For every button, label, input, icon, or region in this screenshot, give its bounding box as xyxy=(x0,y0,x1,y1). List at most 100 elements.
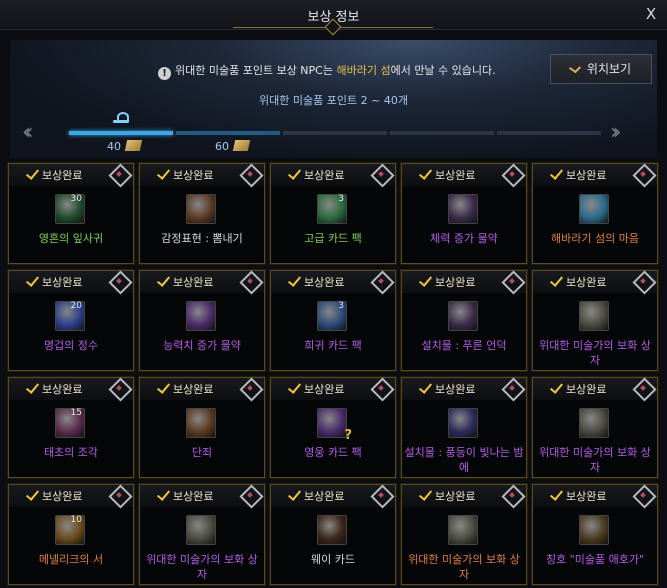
reward-status-label: 보상완료 xyxy=(42,383,83,396)
item-quantity: 10 xyxy=(70,515,82,525)
reward-status: 보상완료 xyxy=(402,378,526,400)
reward-cell[interactable]: 보상완료? 영웅 카드 팩 xyxy=(269,376,397,479)
reward-cell[interactable]: 보상완료 설치물 : 풍등이 빛나는 밤에 xyxy=(400,376,528,479)
checkmark-icon xyxy=(287,273,302,287)
reward-cell[interactable]: 보상완료 위대한 미술가의 보화 상자 xyxy=(400,483,528,586)
item-quantity: 3 xyxy=(338,301,344,311)
title-bar: 보상 정보 X xyxy=(0,0,667,30)
checkmark-icon xyxy=(156,273,171,287)
next-page-icon[interactable]: ›› xyxy=(610,120,621,145)
reward-item-icon[interactable]: 10 xyxy=(55,515,85,545)
reward-cell[interactable]: 보상완료 20 명겁의 정수 xyxy=(7,269,135,372)
reward-item-icon[interactable]: 15 xyxy=(55,408,85,438)
reward-item-icon[interactable]: 30 xyxy=(55,194,85,224)
reward-cell[interactable]: 보상완료 칭호 "미술품 애호가" xyxy=(531,483,659,586)
reward-status-label: 보상완료 xyxy=(304,383,345,396)
reward-status-label: 보상완료 xyxy=(173,169,214,182)
reward-cell[interactable]: 보상완료 위대한 미술가의 보화 상자 xyxy=(531,269,659,372)
reward-cell[interactable]: 보상완료 3 고급 카드 팩 xyxy=(269,162,397,265)
reward-status: 보상완료 xyxy=(271,164,395,186)
checkmark-icon xyxy=(156,487,171,501)
reward-item-icon[interactable] xyxy=(448,408,478,438)
reward-cell[interactable]: 보상완료 해바라기 섬의 마음 xyxy=(531,162,659,265)
rank-badge-icon xyxy=(633,487,653,505)
checkmark-icon xyxy=(25,380,40,394)
reward-status-label: 보상완료 xyxy=(304,276,345,289)
progress-segment-2 xyxy=(176,131,280,135)
location-button-label: 위치보기 xyxy=(586,62,632,76)
rank-badge-icon xyxy=(240,166,260,184)
reward-status-label: 보상완료 xyxy=(42,490,83,503)
reward-item-icon[interactable]: 3 xyxy=(317,194,347,224)
rank-badge-icon xyxy=(502,380,522,398)
reward-cell[interactable]: 보상완료 위대한 미술가의 보화 상자 xyxy=(138,483,266,586)
reward-cell[interactable]: 보상완료 설치물 : 푸른 언덕 xyxy=(400,269,528,372)
rank-badge-icon xyxy=(633,380,653,398)
reward-status: 보상완료 xyxy=(9,271,133,293)
reward-cell[interactable]: 보상완료능력치 증가 물약 xyxy=(138,269,266,372)
reward-item-icon[interactable] xyxy=(579,408,609,438)
reward-cell[interactable]: 보상완료 15 태초의 조각 xyxy=(7,376,135,479)
reward-status: 보상완료 xyxy=(140,378,264,400)
reward-cell[interactable]: 보상완료 30 영혼의 잎사귀 xyxy=(7,162,135,265)
reward-status-label: 보상완료 xyxy=(566,169,607,182)
reward-status: 보상완료 xyxy=(9,485,133,507)
reward-item-icon[interactable] xyxy=(317,515,347,545)
close-button[interactable]: X xyxy=(641,4,661,24)
reward-item-icon[interactable] xyxy=(579,194,609,224)
reward-item-icon[interactable]: 20 xyxy=(55,301,85,331)
reward-item-icon[interactable] xyxy=(579,301,609,331)
reward-cell[interactable]: 보상완료 위대한 미술가의 보화 상자 xyxy=(531,376,659,479)
reward-item-icon[interactable]: ? xyxy=(317,408,352,443)
location-button[interactable]: 위치보기 xyxy=(550,54,652,84)
progress-stop-40: 40 xyxy=(107,140,143,153)
reward-item-name: 능력치 증가 물약 xyxy=(163,339,241,352)
checkmark-icon xyxy=(287,487,302,501)
reward-item-icon[interactable]: 3 xyxy=(317,301,347,331)
reward-status: 보상완료 xyxy=(402,164,526,186)
checkmark-icon xyxy=(156,166,171,180)
checkmark-icon xyxy=(549,273,564,287)
info-icon: ! xyxy=(158,67,171,80)
reward-item-name: 위대한 미술가의 보화 상자 xyxy=(539,339,651,367)
reward-status: 보상완료 xyxy=(402,485,526,507)
reward-cell[interactable]: 보상완료 3 희귀 카드 팩 xyxy=(269,269,397,372)
reward-status-label: 보상완료 xyxy=(566,490,607,503)
reward-status-label: 보상완료 xyxy=(173,383,214,396)
reward-item-icon[interactable] xyxy=(186,515,216,545)
reward-cell[interactable]: 보상완료 10 메넬리크의 서 xyxy=(7,483,135,586)
reward-cell[interactable]: 보상완료 체력 증가 물약 xyxy=(400,162,528,265)
reward-item-icon[interactable] xyxy=(448,515,478,545)
item-quantity: 20 xyxy=(70,301,82,311)
reward-item-icon[interactable] xyxy=(579,515,609,545)
reward-status-label: 보상완료 xyxy=(435,383,476,396)
checkmark-icon xyxy=(418,166,433,180)
reward-item-icon[interactable] xyxy=(186,408,216,438)
checkmark-icon xyxy=(418,487,433,501)
reward-item-icon[interactable] xyxy=(186,301,216,331)
rank-badge-icon xyxy=(109,273,129,291)
reward-cell[interactable]: 보상완료 웨이 카드 xyxy=(269,483,397,586)
reward-item-name: 영혼의 잎사귀 xyxy=(38,232,104,245)
notice-location: 해바라기 섬 xyxy=(336,64,391,77)
reward-cell[interactable]: 보상완료감정표현 : 뽐내기 xyxy=(138,162,266,265)
reward-item-name: 영웅 카드 팩 xyxy=(304,446,362,459)
prev-page-icon[interactable]: ‹‹ xyxy=(22,120,33,145)
reward-item-name: 단죄 xyxy=(191,446,213,459)
reward-status-label: 보상완료 xyxy=(42,169,83,182)
reward-status: 보상완료 xyxy=(140,485,264,507)
rank-badge-icon xyxy=(109,487,129,505)
rank-badge-icon xyxy=(502,273,522,291)
reward-status: 보상완료 xyxy=(533,378,657,400)
reward-cell[interactable]: 보상완료단죄 xyxy=(138,376,266,479)
checkmark-icon xyxy=(156,380,171,394)
ticket-icon xyxy=(232,140,251,151)
checkmark-icon xyxy=(549,487,564,501)
reward-item-icon[interactable] xyxy=(186,194,216,224)
reward-status: 보상완료 xyxy=(140,271,264,293)
reward-item-name: 감정표현 : 뽐내기 xyxy=(161,232,243,245)
reward-item-icon[interactable] xyxy=(448,194,478,224)
pin-icon xyxy=(568,62,582,74)
progress-segment-3 xyxy=(283,131,387,135)
reward-item-icon[interactable] xyxy=(448,301,478,331)
